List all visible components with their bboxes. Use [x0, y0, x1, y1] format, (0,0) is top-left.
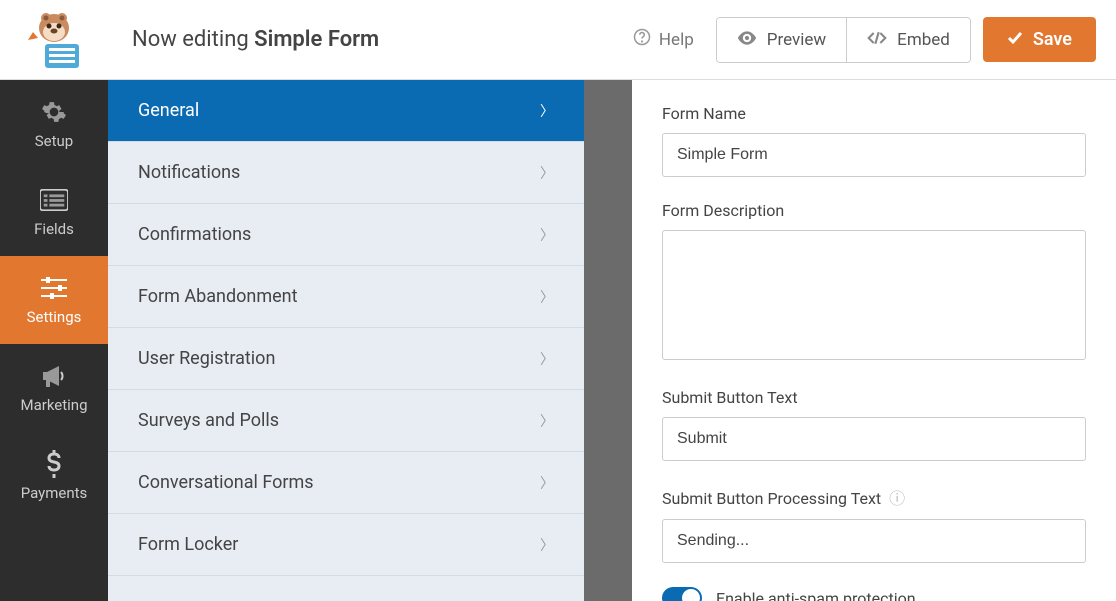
chevron-right-icon: 〉 — [540, 225, 554, 245]
antispam-toggle[interactable] — [662, 587, 702, 601]
chevron-right-icon: 〉 — [540, 101, 554, 121]
chevron-right-icon: 〉 — [540, 411, 554, 431]
save-button[interactable]: Save — [983, 17, 1096, 62]
panel-item-form-abandonment[interactable]: Form Abandonment 〉 — [108, 266, 584, 328]
panel-item-user-registration[interactable]: User Registration 〉 — [108, 328, 584, 390]
gutter — [584, 80, 632, 601]
wpforms-logo — [0, 0, 108, 80]
sidebar-item-label: Marketing — [20, 396, 87, 414]
chevron-right-icon: 〉 — [540, 473, 554, 493]
panel-item-label: Form Abandonment — [138, 286, 297, 307]
code-icon — [867, 30, 887, 50]
chevron-right-icon: 〉 — [540, 287, 554, 307]
chevron-right-icon: 〉 — [540, 349, 554, 369]
content-area: Form Name Form Description Submit Button… — [632, 80, 1116, 601]
preview-button[interactable]: Preview — [717, 18, 846, 62]
sidebar-item-marketing[interactable]: Marketing — [0, 344, 108, 432]
sliders-icon — [40, 274, 68, 302]
panel-item-label: General — [138, 100, 199, 121]
panel-item-confirmations[interactable]: Confirmations 〉 — [108, 204, 584, 266]
embed-button[interactable]: Embed — [846, 18, 970, 62]
settings-panel: General〉Notifications〉Confirmations〉Form… — [108, 80, 584, 601]
processing-text-label: Submit Button Processing Text ⓘ — [662, 485, 1086, 509]
submit-text-label: Submit Button Text — [662, 388, 1086, 407]
form-name-input[interactable] — [662, 133, 1086, 177]
question-icon — [633, 28, 651, 51]
page-title: Now editing Simple Form — [108, 27, 623, 52]
chevron-right-icon: 〉 — [540, 535, 554, 555]
panel-item-notifications[interactable]: Notifications 〉 — [108, 142, 584, 204]
bullhorn-icon — [40, 362, 68, 390]
question-icon: ⓘ — [889, 489, 905, 508]
topbar-actions: Help Preview Embed Save — [623, 17, 1116, 63]
main: Setup Fields Settings Marketing Payments Gen… — [0, 80, 1116, 601]
panel-item-label: Conversational Forms — [138, 472, 314, 493]
sidebar-item-label: Settings — [27, 308, 82, 326]
form-description-label: Form Description — [662, 201, 1086, 220]
sidebar-item-settings[interactable]: Settings — [0, 256, 108, 344]
panel-item-conversational-forms[interactable]: Conversational Forms 〉 — [108, 452, 584, 514]
sidebar-item-setup[interactable]: Setup — [0, 80, 108, 168]
panel-item-label: Form Locker — [138, 534, 238, 555]
sidebar: Setup Fields Settings Marketing Payments — [0, 80, 108, 601]
panel-item-form-locker[interactable]: Form Locker 〉 — [108, 514, 584, 576]
sidebar-item-label: Payments — [21, 484, 88, 502]
panel-item-label: Confirmations — [138, 224, 251, 245]
sidebar-item-payments[interactable]: Payments — [0, 432, 108, 520]
check-icon — [1007, 29, 1023, 50]
submit-text-input[interactable] — [662, 417, 1086, 461]
topbar: Now editing Simple Form Help Preview Emb… — [0, 0, 1116, 80]
sidebar-item-fields[interactable]: Fields — [0, 168, 108, 256]
panel-item-label: Surveys and Polls — [138, 410, 279, 431]
chevron-right-icon: 〉 — [540, 163, 554, 183]
eye-icon — [737, 30, 757, 50]
antispam-label: Enable anti-spam protection — [716, 589, 916, 601]
sidebar-item-label: Setup — [35, 132, 73, 150]
processing-text-input[interactable] — [662, 519, 1086, 563]
list-icon — [40, 186, 68, 214]
panel-item-general[interactable]: General 〉 — [108, 80, 584, 142]
sidebar-item-label: Fields — [34, 220, 74, 238]
panel-item-label: User Registration — [138, 348, 275, 369]
preview-embed-group: Preview Embed — [716, 17, 971, 63]
form-name-label: Form Name — [662, 104, 1086, 123]
panel-item-label: Notifications — [138, 162, 240, 183]
help-button[interactable]: Help — [623, 28, 704, 51]
gear-icon — [40, 98, 68, 126]
panel-item-surveys-and-polls[interactable]: Surveys and Polls 〉 — [108, 390, 584, 452]
form-description-input[interactable] — [662, 230, 1086, 360]
dollar-icon — [40, 450, 68, 478]
